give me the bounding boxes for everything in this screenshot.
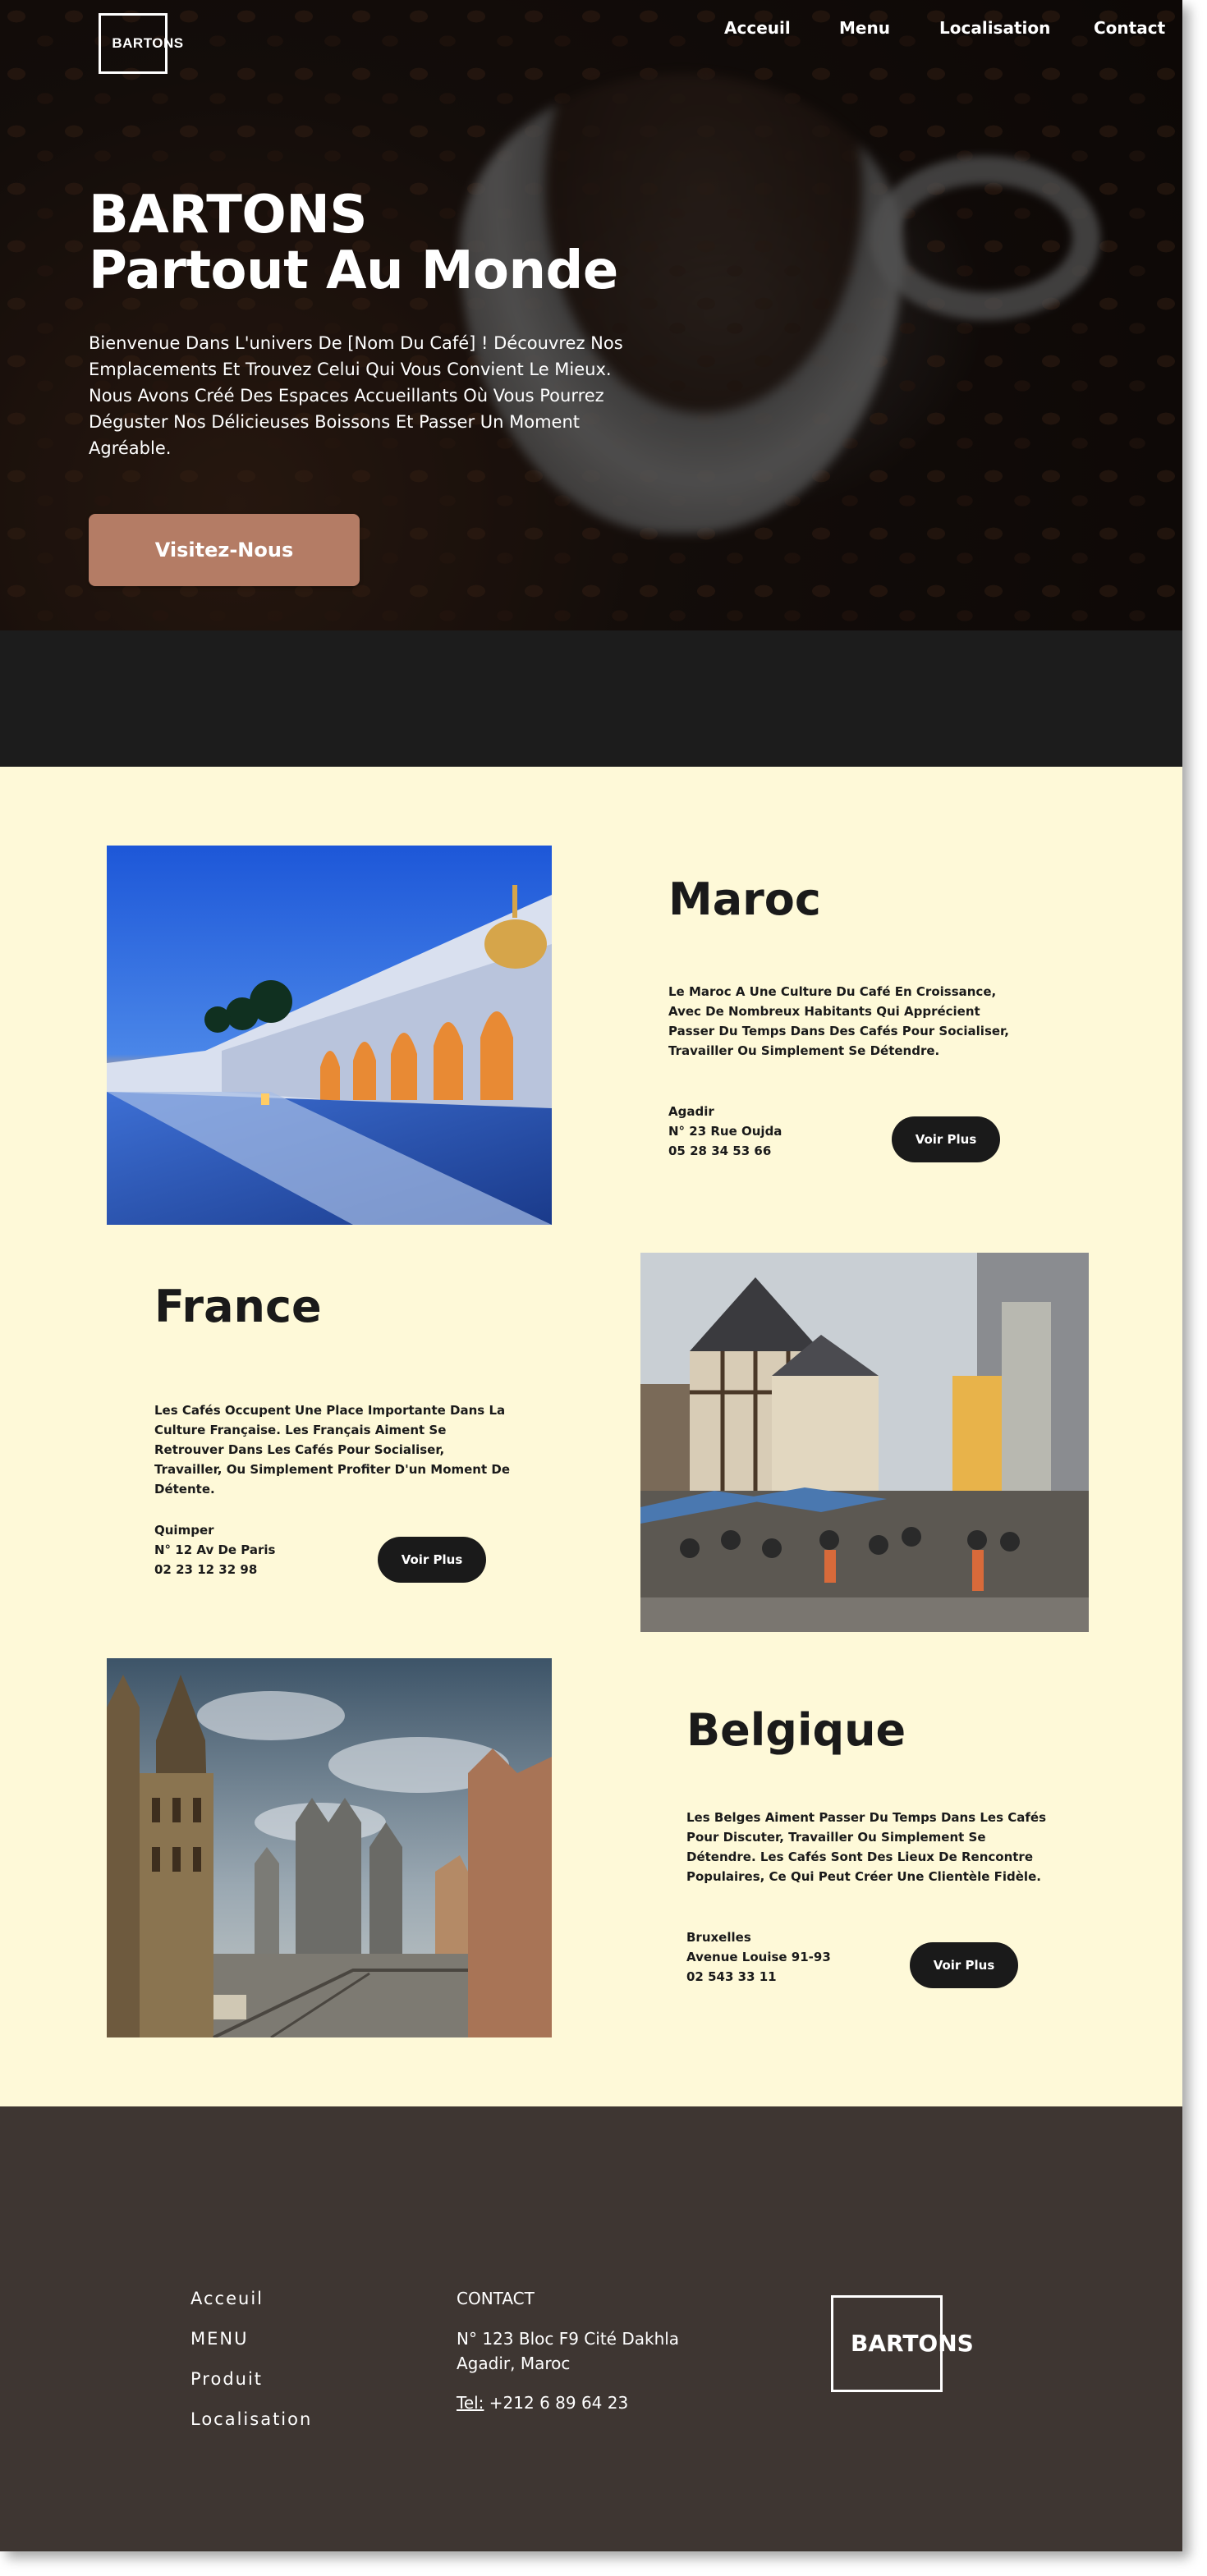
- belgique-phone: 02 543 33 11: [686, 1969, 777, 1984]
- footer-link-acceuil[interactable]: Acceuil: [190, 2289, 264, 2308]
- maroc-phone: 05 28 34 53 66: [668, 1144, 772, 1158]
- footer-address-line2: Agadir, Maroc: [457, 2354, 571, 2373]
- france-street: N° 12 Av De Paris: [154, 1542, 276, 1557]
- nav-item-localisation[interactable]: Localisation: [939, 18, 1050, 38]
- footer-tel-link[interactable]: Tel:: [457, 2393, 484, 2413]
- maroc-street: N° 23 Rue Oujda: [668, 1124, 782, 1139]
- footer-link-localisation[interactable]: Localisation: [190, 2409, 312, 2429]
- france-title: France: [154, 1281, 322, 1332]
- hero-section: BARTONS Acceuil Menu Localisation Contac…: [0, 0, 1182, 630]
- main-nav: Acceuil Menu Localisation Contact: [723, 18, 1182, 43]
- hero-description: Bienvenue Dans L'univers De [Nom Du Café…: [89, 333, 623, 458]
- belgique-city-photo: [107, 1658, 552, 2037]
- nav-item-menu[interactable]: Menu: [839, 18, 890, 38]
- belgique-street: Avenue Louise 91-93: [686, 1950, 831, 1964]
- france-city: Quimper: [154, 1523, 214, 1538]
- maroc-see-more-button[interactable]: Voir Plus: [892, 1116, 1000, 1162]
- hero-title-line1: BARTONS: [89, 185, 367, 245]
- maroc-city: Agadir: [668, 1104, 714, 1119]
- belgique-description: Les Belges Aiment Passer Du Temps Dans L…: [686, 1810, 1047, 1884]
- header-logo-text: BARTONS: [112, 35, 184, 51]
- france-street-photo: [640, 1253, 1089, 1632]
- dark-divider-band: [0, 630, 1182, 767]
- visit-us-button[interactable]: Visitez-Nous: [89, 514, 360, 586]
- hero-title: BARTONS Partout Au Monde: [89, 187, 618, 299]
- nav-item-contact[interactable]: Contact: [1094, 18, 1165, 38]
- header-logo[interactable]: BARTONS: [99, 13, 183, 74]
- footer-tel-number: +212 6 89 64 23: [489, 2393, 629, 2413]
- france-see-more-button[interactable]: Voir Plus: [378, 1537, 486, 1583]
- footer-logo-text: BARTONS: [851, 2330, 974, 2357]
- belgique-title: Belgique: [686, 1704, 906, 1756]
- belgique-address: Bruxelles Avenue Louise 91-93 02 543 33 …: [686, 1927, 831, 1987]
- belgique-city: Bruxelles: [686, 1930, 751, 1945]
- maroc-description: Le Maroc A Une Culture Du Café En Croiss…: [668, 984, 1009, 1058]
- footer-link-menu[interactable]: MENU: [190, 2329, 248, 2349]
- footer-contact-heading: CONTACT: [457, 2289, 535, 2308]
- france-address: Quimper N° 12 Av De Paris 02 23 12 32 98: [154, 1520, 275, 1579]
- maroc-address: Agadir N° 23 Rue Oujda 05 28 34 53 66: [668, 1102, 782, 1161]
- footer-link-produit[interactable]: Produit: [190, 2369, 263, 2389]
- france-phone: 02 23 12 32 98: [154, 1562, 258, 1577]
- maroc-palace-photo: [107, 846, 552, 1225]
- hero-title-line2: Partout Au Monde: [89, 241, 618, 301]
- france-description: Les Cafés Occupent Une Place Importante …: [154, 1403, 511, 1497]
- maroc-title: Maroc: [668, 873, 821, 925]
- footer-address-line1: N° 123 Bloc F9 Cité Dakhla: [457, 2329, 680, 2349]
- page: BARTONS Acceuil Menu Localisation Contac…: [0, 0, 1182, 2551]
- locations-section: Maroc Le Maroc A Une Culture Du Café En …: [0, 767, 1182, 2106]
- footer-phone: Tel: +212 6 89 64 23: [457, 2390, 628, 2415]
- nav-item-acceuil[interactable]: Acceuil: [724, 18, 791, 38]
- belgique-see-more-button[interactable]: Voir Plus: [910, 1942, 1018, 1988]
